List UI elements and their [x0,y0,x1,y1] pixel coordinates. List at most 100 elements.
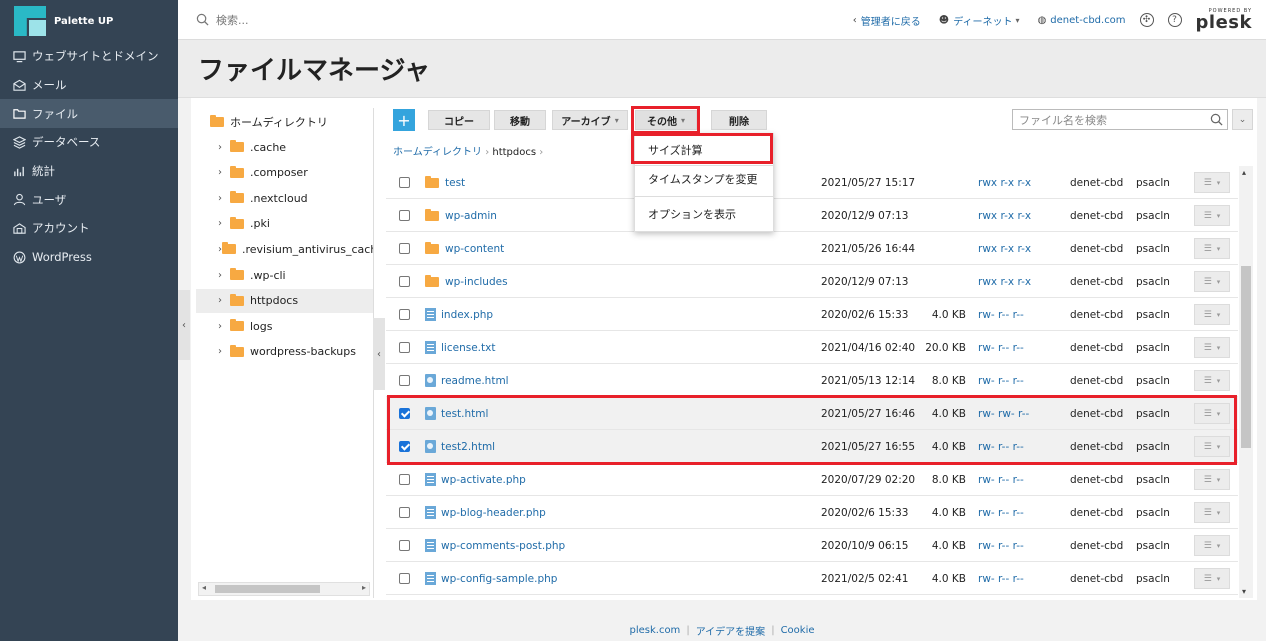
permissions-link[interactable]: rw- rw- r-- [978,408,1029,420]
add-button[interactable]: + [393,109,415,131]
scroll-up-icon[interactable]: ▴ [1242,168,1246,177]
row-checkbox[interactable] [399,474,410,485]
row-actions-button[interactable]: ☰ ▾ [1194,568,1230,589]
permissions-link[interactable]: rw- r-- r-- [978,441,1024,453]
tree-root[interactable]: ホームディレクトリ [210,110,370,134]
back-to-admin-link[interactable]: ‹ 管理者に戻る [853,13,921,28]
file-name-link[interactable]: readme.html [441,375,509,387]
row-checkbox[interactable] [399,540,410,551]
row-checkbox[interactable] [399,210,410,221]
tree-item[interactable]: › .cache [196,135,374,159]
file-row[interactable]: index.php 2020/02/6 15:33 4.0 KB rw- r-- r-… [386,298,1238,331]
file-name-link[interactable]: test2.html [441,441,495,453]
search-options-button[interactable]: ⌄ [1232,109,1253,130]
row-checkbox[interactable] [399,573,410,584]
file-name-link[interactable]: wp-admin [445,210,497,222]
file-name-link[interactable]: wp-blog-header.php [441,507,546,519]
permissions-link[interactable]: rwx r-x r-x [978,243,1031,255]
other-button[interactable]: その他 ▾ [635,110,697,130]
row-checkbox[interactable] [399,408,410,419]
row-checkbox[interactable] [399,507,410,518]
file-row[interactable]: wp-activate.php 2020/07/29 02:20 8.0 KB rw-… [386,463,1238,496]
chevron-right-icon[interactable]: › [218,167,230,178]
tree-item[interactable]: › .revisium_antivirus_cache [196,237,374,261]
scroll-thumb[interactable] [215,585,320,593]
file-row[interactable]: test2.html 2021/05/27 16:55 4.0 KB rw- r-- … [386,430,1238,463]
file-name-link[interactable]: wp-activate.php [441,474,526,486]
tree-item[interactable]: › wordpress-backups [196,340,374,364]
sidebar-item-websites[interactable]: ウェブサイトとドメイン [0,42,178,71]
tree-item[interactable]: › .nextcloud [196,186,374,210]
file-row[interactable]: wp-config-sample.php 2021/02/5 02:41 4.0 K… [386,562,1238,595]
chevron-right-icon[interactable]: › [218,193,230,204]
tree-item[interactable]: › logs [196,314,374,338]
file-row[interactable]: test.html 2021/05/27 16:46 4.0 KB rw- rw- r… [386,397,1238,430]
domain-menu[interactable]: ◍ denet-cbd.com [1038,15,1126,26]
file-row[interactable]: wp-comments-post.php 2020/10/9 06:15 4.0 K… [386,529,1238,562]
copy-button[interactable]: コピー [428,110,490,130]
file-row[interactable]: license.txt 2021/04/16 02:40 20.0 KB rw- r-… [386,331,1238,364]
tree-item[interactable]: › .composer [196,161,374,185]
move-button[interactable]: 移動 [494,110,546,130]
permissions-link[interactable]: rw- r-- r-- [978,375,1024,387]
row-actions-button[interactable]: ☰ ▾ [1194,403,1230,424]
row-actions-button[interactable]: ☰ ▾ [1194,535,1230,556]
footer-link-plesk[interactable]: plesk.com [629,625,680,636]
row-actions-button[interactable]: ☰ ▾ [1194,436,1230,457]
row-actions-button[interactable]: ☰ ▾ [1194,205,1230,226]
permissions-link[interactable]: rw- r-- r-- [978,540,1024,552]
brand[interactable]: Palette UP [0,0,178,42]
archive-button[interactable]: アーカイブ ▾ [552,110,628,130]
file-row[interactable]: test 2021/05/27 15:17 rwx r-x r-x denet-cbd… [386,166,1238,199]
row-checkbox[interactable] [399,375,410,386]
user-menu[interactable]: ☻ ディーネット ▾ [939,13,1020,28]
chevron-right-icon[interactable]: › [218,142,230,153]
menu-item-show-options[interactable]: オプションを表示 [635,206,773,222]
file-row[interactable]: readme.html 2021/05/13 12:14 8.0 KB rw- r--… [386,364,1238,397]
row-actions-button[interactable]: ☰ ▾ [1194,502,1230,523]
file-name-link[interactable]: wp-comments-post.php [441,540,565,552]
file-name-link[interactable]: wp-includes [445,276,508,288]
row-checkbox[interactable] [399,441,410,452]
sidebar-item-mail[interactable]: メール [0,71,178,100]
breadcrumb-root[interactable]: ホームディレクトリ [393,147,482,158]
file-search-input[interactable]: ファイル名を検索 [1012,109,1228,130]
chevron-right-icon[interactable]: › [218,346,230,357]
sidebar-item-wordpress[interactable]: WordPress [0,243,178,272]
search-icon[interactable] [1210,113,1223,126]
row-checkbox[interactable] [399,177,410,188]
help-icon[interactable]: ? [1167,13,1182,27]
file-row[interactable]: wp-content 2021/05/26 16:44 rwx r-x r-x den… [386,232,1238,265]
chevron-right-icon[interactable]: › [218,270,230,281]
row-actions-button[interactable]: ☰ ▾ [1194,469,1230,490]
sidebar-item-databases[interactable]: データベース [0,128,178,157]
scroll-thumb[interactable] [1241,266,1251,448]
file-name-link[interactable]: test [445,177,465,189]
footer-link-feedback[interactable]: アイデアを提案 [696,623,766,638]
collapse-tree-button[interactable]: ‹ [373,318,385,390]
row-actions-button[interactable]: ☰ ▾ [1194,304,1230,325]
permissions-link[interactable]: rw- r-- r-- [978,309,1024,321]
row-checkbox[interactable] [399,309,410,320]
tree-item[interactable]: › httpdocs [196,288,374,313]
global-search[interactable]: 検索... [196,12,249,28]
row-actions-button[interactable]: ☰ ▾ [1194,370,1230,391]
file-row[interactable]: wp-includes 2020/12/9 07:13 rwx r-x r-x den… [386,265,1238,298]
scroll-down-icon[interactable]: ▾ [1242,587,1246,596]
file-name-link[interactable]: index.php [441,309,493,321]
row-checkbox[interactable] [399,342,410,353]
tree-horizontal-scrollbar[interactable]: ◂ ▸ [198,582,370,596]
permissions-link[interactable]: rwx r-x r-x [978,210,1031,222]
row-checkbox[interactable] [399,276,410,287]
permissions-link[interactable]: rw- r-- r-- [978,573,1024,585]
sidebar-item-account[interactable]: アカウント [0,214,178,243]
search-input[interactable]: 検索... [216,12,249,28]
permissions-link[interactable]: rw- r-- r-- [978,507,1024,519]
menu-item-change-timestamp[interactable]: タイムスタンプを変更 [635,171,773,187]
row-actions-button[interactable]: ☰ ▾ [1194,238,1230,259]
file-name-link[interactable]: license.txt [441,342,495,354]
file-name-link[interactable]: test.html [441,408,488,420]
tree-item[interactable]: › .wp-cli [196,263,374,287]
sidebar-item-users[interactable]: ユーザ [0,185,178,214]
file-row[interactable]: wp-admin 2020/12/9 07:13 rwx r-x r-x denet-… [386,199,1238,232]
